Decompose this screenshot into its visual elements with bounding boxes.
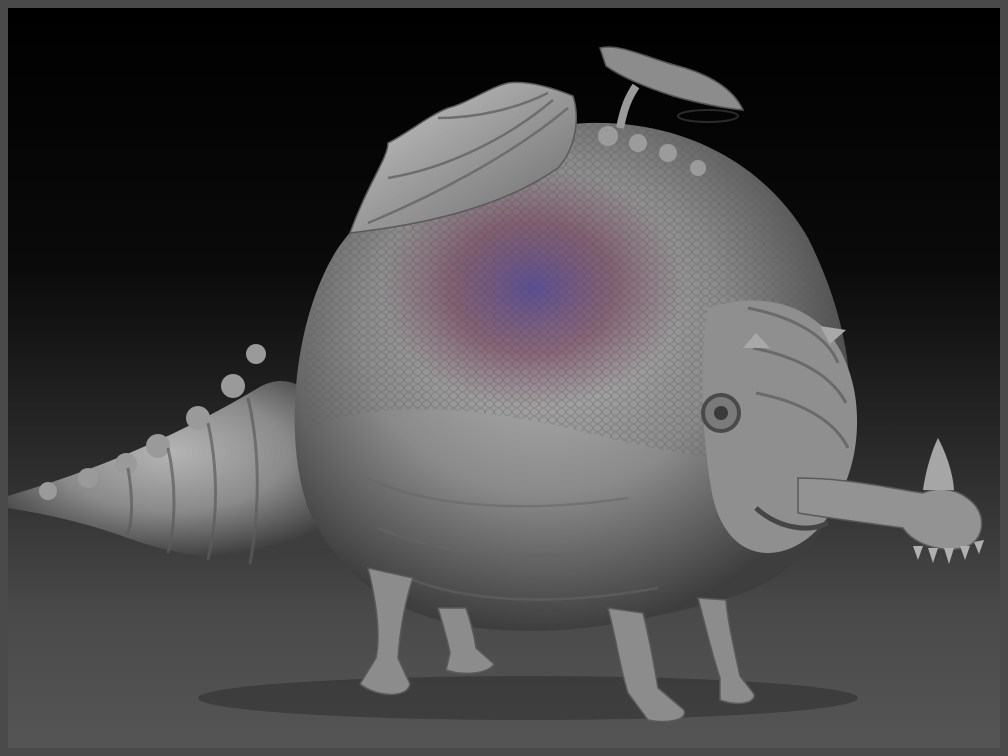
sculpt-canvas[interactable] <box>8 8 1000 748</box>
ground-shadow <box>198 676 858 720</box>
dorsal-fin <box>599 46 745 111</box>
creature-sculpt-icon <box>8 46 984 723</box>
eye-pupil <box>714 406 728 420</box>
viewport-frame <box>0 0 1008 756</box>
dorsal-fin-underside <box>677 109 739 123</box>
snout-horn <box>923 438 954 490</box>
dorsal-stalk <box>616 83 640 129</box>
creature-snout <box>797 477 983 550</box>
